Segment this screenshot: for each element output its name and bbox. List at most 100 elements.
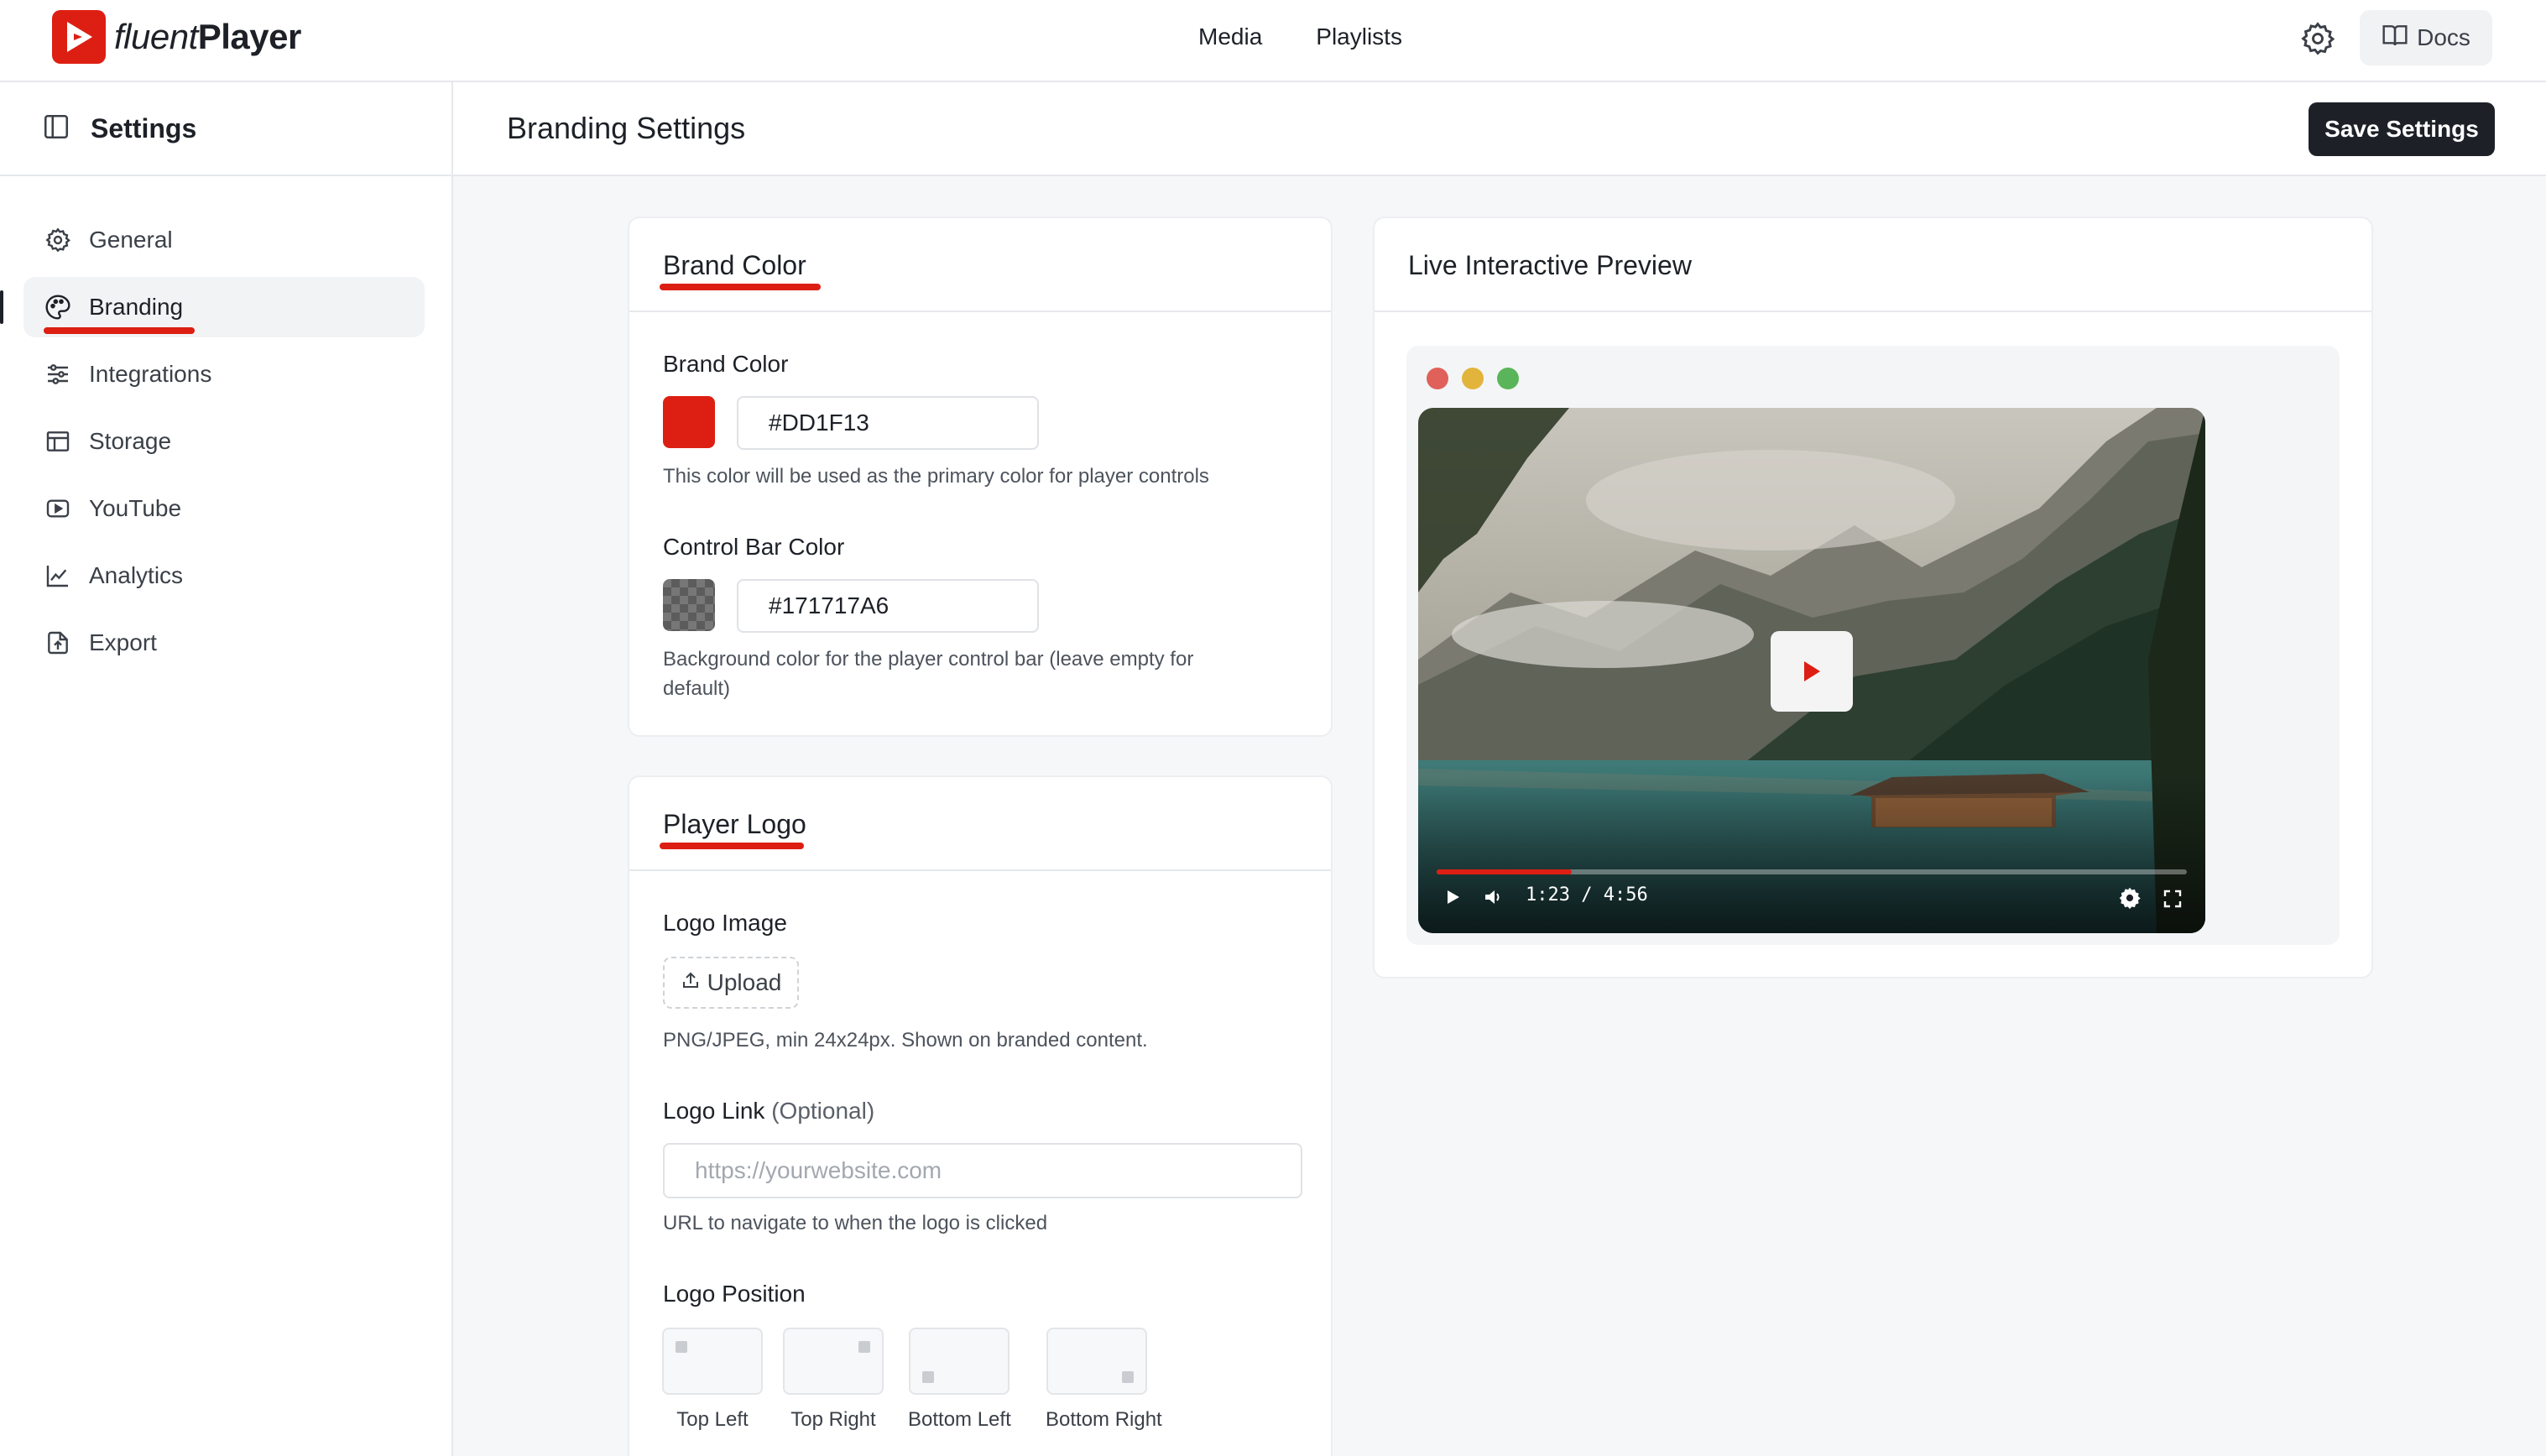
gear-icon	[44, 226, 72, 254]
storage-icon	[44, 427, 72, 456]
logo-position-bottom-right[interactable]: Bottom Right	[1046, 1328, 1162, 1432]
sidebar-item-youtube[interactable]: YouTube	[23, 478, 425, 539]
active-indicator	[0, 290, 3, 324]
progress-bar[interactable]	[1437, 869, 2187, 874]
position-label: Bottom Right	[1046, 1408, 1162, 1431]
sidebar-item-label: YouTube	[89, 495, 182, 521]
position-dot	[676, 1341, 687, 1353]
logo-image-label: Logo Image	[663, 910, 787, 936]
export-icon	[44, 629, 72, 657]
docs-button[interactable]: Docs	[2360, 10, 2492, 65]
sidebar-item-integrations[interactable]: Integrations	[23, 344, 425, 404]
app-logo[interactable]: fluentPlayer	[52, 10, 301, 64]
position-preview-box	[783, 1328, 884, 1395]
card-title: Brand Color	[663, 250, 806, 280]
logo-link-input[interactable]: https://yourwebsite.com	[663, 1143, 1302, 1198]
video-player[interactable]: 1:23 / 4:56	[1418, 408, 2205, 933]
sidebar-item-general[interactable]: General	[23, 210, 425, 270]
gear-icon[interactable]	[2299, 20, 2336, 57]
sidebar-item-label: Export	[89, 629, 157, 655]
play-logo-icon	[52, 10, 106, 64]
control-bar-help-line: default)	[663, 677, 731, 700]
card-header: Player Logo	[629, 777, 1331, 871]
nav-playlists[interactable]: Playlists	[1316, 23, 1402, 50]
fullscreen-icon[interactable]	[2163, 890, 2182, 912]
play-icon	[1804, 661, 1820, 681]
sidebar-header: Settings	[0, 82, 451, 176]
sidebar-item-branding[interactable]: Branding	[0, 277, 425, 337]
logo-link-label: Logo Link (Optional)	[663, 1098, 874, 1125]
position-preview-box	[662, 1328, 763, 1395]
control-bar-help-line: Background color for the player control …	[663, 648, 1194, 671]
settings-gear-icon[interactable]	[2118, 886, 2142, 914]
progress-fill	[1437, 869, 1572, 874]
sliders-icon	[44, 360, 72, 389]
position-label: Top Right	[790, 1408, 876, 1431]
top-bar: fluentPlayer Media Playlists Docs	[0, 0, 2546, 82]
logo-position-bottom-left[interactable]: Bottom Left	[908, 1328, 1011, 1432]
preview-window: 1:23 / 4:56	[1406, 346, 2340, 945]
sidebar-item-storage[interactable]: Storage	[23, 411, 425, 472]
logo-image-help: PNG/JPEG, min 24x24px. Shown on branded …	[663, 1029, 1148, 1052]
optional-hint: (Optional)	[771, 1098, 875, 1124]
save-settings-button[interactable]: Save Settings	[2309, 102, 2495, 156]
logo-position-top-left[interactable]: Top Left	[661, 1328, 764, 1432]
sidebar-title: Settings	[91, 112, 197, 144]
window-close-dot	[1427, 368, 1448, 389]
upload-label: Upload	[707, 969, 782, 995]
top-nav: Media Playlists	[1198, 23, 1402, 50]
card-header: Brand Color	[629, 218, 1331, 312]
upload-icon	[681, 969, 701, 996]
player-logo-card: Player Logo Logo Image Upload PNG/JPEG, …	[628, 775, 1333, 1456]
title-underline	[660, 843, 804, 849]
position-label: Top Left	[676, 1408, 749, 1431]
brand-color-card: Brand Color Brand Color #DD1F13 This col…	[628, 217, 1333, 737]
sidebar-item-label: Integrations	[89, 361, 212, 387]
brand-color-swatch[interactable]	[663, 396, 715, 448]
page-title: Branding Settings	[507, 111, 746, 145]
position-dot	[858, 1341, 870, 1353]
palette-icon	[44, 293, 72, 321]
card-title: Live Interactive Preview	[1408, 250, 1692, 280]
position-preview-box	[1046, 1328, 1147, 1395]
book-icon	[2382, 23, 2408, 54]
logo-link-label-text: Logo Link	[663, 1098, 765, 1124]
brand-color-input[interactable]: #DD1F13	[737, 396, 1039, 450]
volume-icon[interactable]	[1484, 888, 1504, 911]
sidebar-item-export[interactable]: Export	[23, 613, 425, 673]
card-title: Player Logo	[663, 809, 806, 839]
sidebar-item-label: General	[89, 227, 173, 253]
active-underline	[44, 327, 195, 334]
chart-icon	[44, 561, 72, 590]
sidebar-item-label: Analytics	[89, 562, 184, 588]
card-header: Live Interactive Preview	[1375, 218, 2371, 312]
main-header: Branding Settings Save Settings	[453, 82, 2546, 176]
sidebar-item-analytics[interactable]: Analytics	[23, 545, 425, 606]
youtube-icon	[44, 494, 72, 523]
nav-media[interactable]: Media	[1198, 23, 1262, 50]
position-label: Bottom Left	[908, 1408, 1011, 1431]
position-dot	[1122, 1371, 1134, 1383]
app-name-light: fluent	[114, 17, 198, 56]
sidebar-nav: General Branding Integrations Storage Yo…	[0, 176, 451, 673]
sidebar-toggle-icon[interactable]	[42, 112, 70, 145]
sidebar-item-label: Branding	[89, 294, 184, 320]
logo-link-help: URL to navigate to when the logo is clic…	[663, 1212, 1048, 1234]
window-maximize-dot	[1497, 368, 1519, 389]
sidebar: Settings General Branding Integrations S…	[0, 82, 453, 1456]
control-bar-color-label: Control Bar Color	[663, 534, 845, 560]
time-display: 1:23 / 4:56	[1526, 885, 1648, 905]
app-name-bold: Player	[197, 17, 302, 56]
logo-position-top-right[interactable]: Top Right	[782, 1328, 884, 1432]
window-minimize-dot	[1462, 368, 1484, 389]
brand-color-help: This color will be used as the primary c…	[663, 465, 1209, 488]
control-bar-color-swatch[interactable]	[663, 579, 715, 631]
title-underline	[660, 284, 821, 290]
control-bar-color-input[interactable]: #171717A6	[737, 579, 1039, 633]
brand-color-label: Brand Color	[663, 351, 789, 377]
position-dot	[922, 1371, 934, 1383]
play-control-icon[interactable]	[1443, 888, 1462, 911]
logo-position-label: Logo Position	[663, 1281, 806, 1307]
big-play-button[interactable]	[1771, 631, 1853, 712]
upload-button[interactable]: Upload	[663, 957, 799, 1009]
